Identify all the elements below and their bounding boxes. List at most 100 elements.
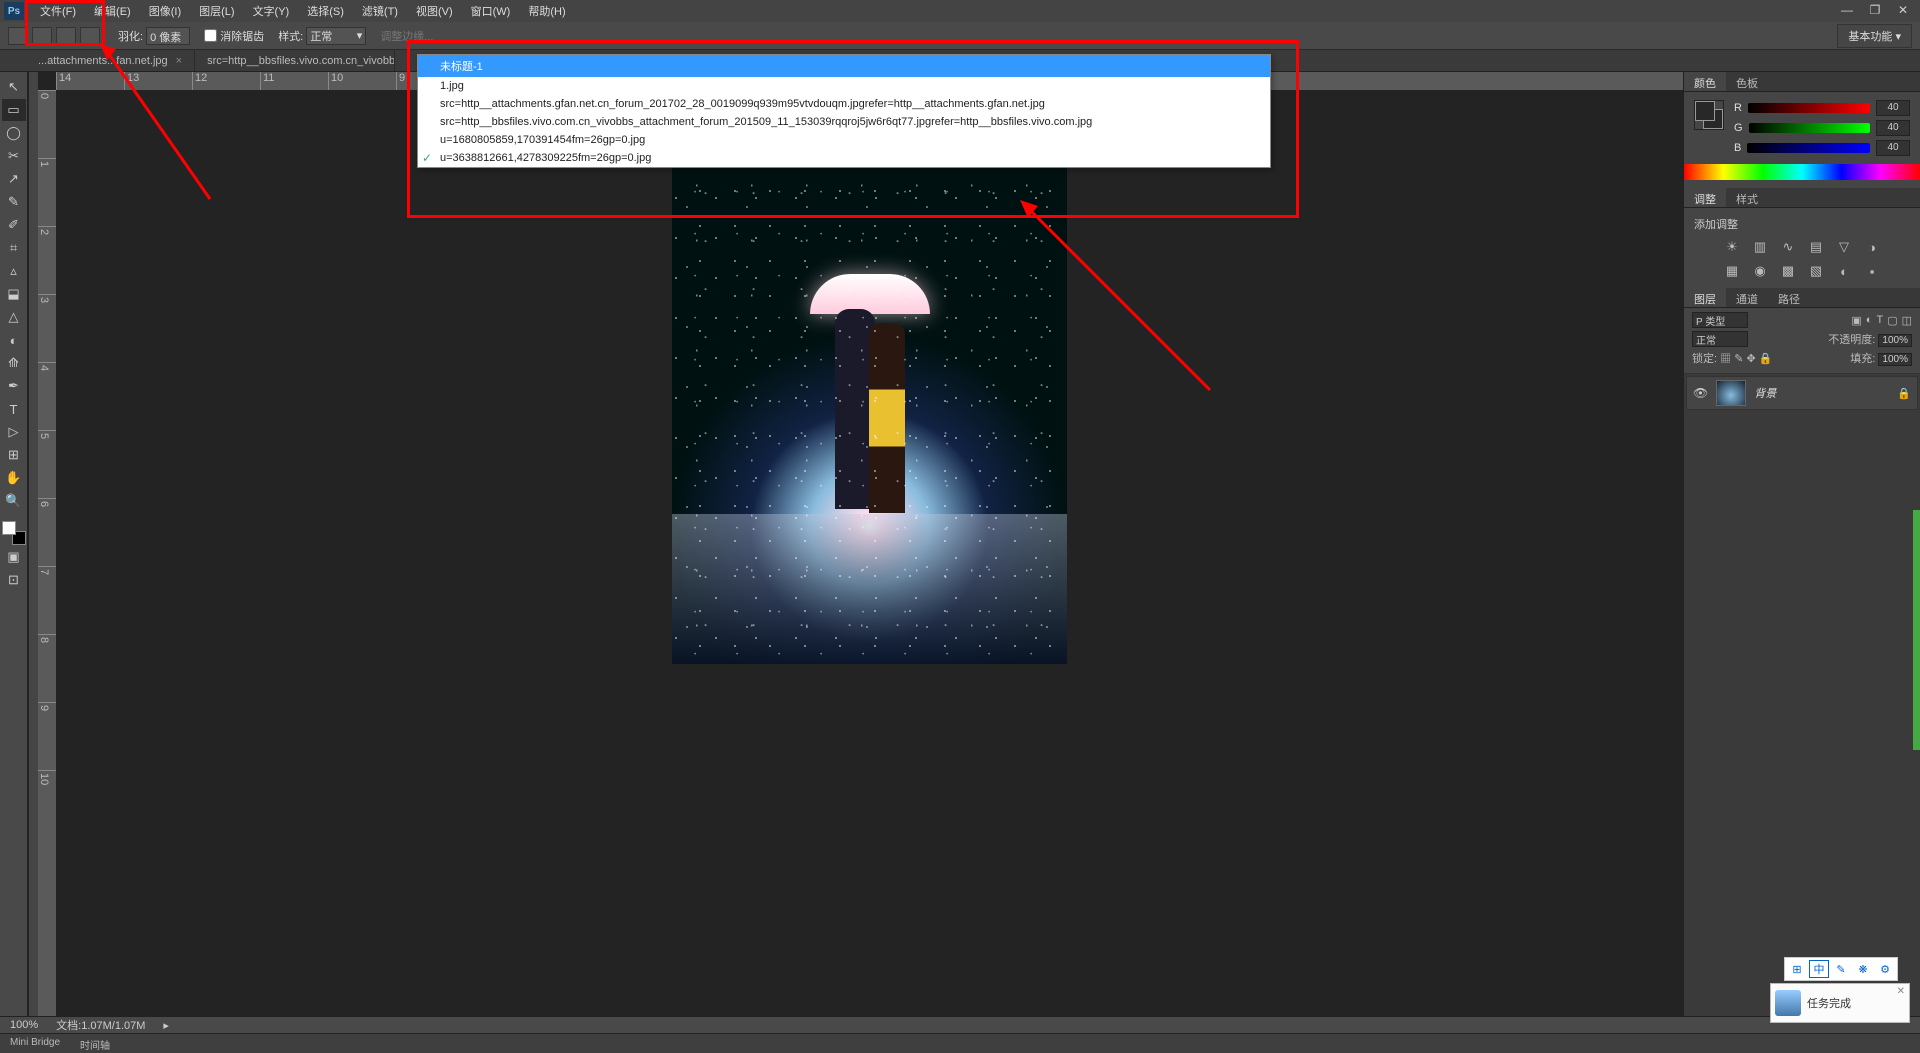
menu-help[interactable]: 帮助(H) xyxy=(520,0,573,22)
healing-tool[interactable]: ✐ xyxy=(2,214,26,236)
adjustments-tab[interactable]: 调整 xyxy=(1684,188,1726,207)
close-icon[interactable]: ✕ xyxy=(1897,986,1905,997)
type-tool[interactable]: T xyxy=(2,398,26,420)
scrollbar-thumb[interactable] xyxy=(1913,510,1920,750)
color-lookup-icon[interactable]: ▧ xyxy=(1806,262,1826,280)
eraser-tool[interactable]: △ xyxy=(2,306,26,328)
menu-file[interactable]: 文件(F) xyxy=(32,0,84,22)
paths-tab[interactable]: 路径 xyxy=(1768,288,1810,307)
style-dropdown[interactable]: 正常▾ xyxy=(306,27,366,45)
history-brush-tool[interactable]: ⬓ xyxy=(2,283,26,305)
spectrum-bar[interactable] xyxy=(1684,164,1920,180)
timeline-tab[interactable]: 时间轴 xyxy=(70,1034,120,1053)
color-tab[interactable]: 颜色 xyxy=(1684,72,1726,91)
brightness-icon[interactable]: ☀ xyxy=(1722,238,1742,256)
menu-image[interactable]: 图像(I) xyxy=(141,0,189,22)
selection-mode-subtract[interactable] xyxy=(56,27,76,45)
workspace-switcher[interactable]: 基本功能 ▾ xyxy=(1837,24,1912,48)
marquee-tool[interactable]: ▭ xyxy=(2,99,26,121)
selection-mode-new[interactable] xyxy=(8,27,28,45)
open-documents-dropdown[interactable]: >> 未标题-1 1.jpg src=http__attachments.gfa… xyxy=(417,54,1271,168)
curves-icon[interactable]: ∿ xyxy=(1778,238,1798,256)
document-list-item[interactable]: src=http__bbsfiles.vivo.com.cn_vivobbs_a… xyxy=(418,113,1270,131)
zoom-level[interactable]: 100% xyxy=(10,1019,38,1031)
channel-mixer-icon[interactable]: ▩ xyxy=(1778,262,1798,280)
filter-shape-icon[interactable]: ▢ xyxy=(1887,314,1897,327)
levels-icon[interactable]: ▥ xyxy=(1750,238,1770,256)
g-slider[interactable] xyxy=(1749,123,1870,133)
pen-tool[interactable]: ✒ xyxy=(2,375,26,397)
screenmode-toggle[interactable]: ⊡ xyxy=(2,569,26,591)
document-list-item[interactable]: u=1680805859,170391454fm=26gp=0.jpg xyxy=(418,131,1270,149)
photo-filter-icon[interactable]: ◉ xyxy=(1750,262,1770,280)
gradient-tool[interactable]: ◐ xyxy=(2,329,26,351)
g-value[interactable]: 40 xyxy=(1876,120,1910,136)
ime-logo-icon[interactable]: ⊞ xyxy=(1787,960,1807,978)
hue-icon[interactable]: ◑ xyxy=(1862,238,1882,256)
layer-row[interactable]: 👁 背景 🔒 xyxy=(1686,376,1918,410)
document-tab[interactable]: src=http__bbsfiles.vivo.com.cn_vivobbs_a… xyxy=(195,50,395,71)
b-slider[interactable] xyxy=(1747,143,1870,153)
opacity-input[interactable]: 100% xyxy=(1878,334,1912,347)
bw-icon[interactable]: ▦ xyxy=(1722,262,1742,280)
task-notification[interactable]: 任务完成 ✕ xyxy=(1770,983,1910,1023)
document-list-item[interactable]: src=http__attachments.gfan.net.cn_forum_… xyxy=(418,95,1270,113)
exposure-icon[interactable]: ▤ xyxy=(1806,238,1826,256)
zoom-tool[interactable]: 🔍 xyxy=(2,490,26,512)
layer-thumbnail[interactable] xyxy=(1716,380,1746,406)
color-swatches[interactable] xyxy=(2,521,26,545)
doc-info[interactable]: 文档:1.07M/1.07M xyxy=(56,1017,145,1033)
menu-window[interactable]: 窗口(W) xyxy=(463,0,519,22)
antialias-checkbox[interactable] xyxy=(204,29,217,42)
vibrance-icon[interactable]: ▽ xyxy=(1834,238,1854,256)
brush-tool[interactable]: ⌗ xyxy=(2,237,26,259)
blur-tool[interactable]: ⟰ xyxy=(2,352,26,374)
blend-mode-dropdown[interactable]: 正常 xyxy=(1692,331,1748,347)
foreground-swatch[interactable] xyxy=(2,521,16,535)
selection-mode-intersect[interactable] xyxy=(80,27,100,45)
status-arrow-icon[interactable]: ▸ xyxy=(163,1019,169,1032)
filter-adjust-icon[interactable]: ◐ xyxy=(1866,314,1873,327)
tab-close-icon[interactable]: × xyxy=(176,55,182,67)
maximize-button[interactable]: ❐ xyxy=(1862,2,1888,18)
channels-tab[interactable]: 通道 xyxy=(1726,288,1768,307)
lock-pixels-icon[interactable]: ✎ xyxy=(1734,353,1743,365)
posterize-icon[interactable]: ▪ xyxy=(1862,262,1882,280)
shape-tool[interactable]: ⊞ xyxy=(2,444,26,466)
filter-type-icon[interactable]: T xyxy=(1876,314,1883,327)
filter-pixel-icon[interactable]: ▣ xyxy=(1851,314,1861,327)
eyedropper-tool[interactable]: ✎ xyxy=(2,191,26,213)
path-select-tool[interactable]: ▷ xyxy=(2,421,26,443)
document-list-item[interactable]: 1.jpg xyxy=(418,77,1270,95)
filter-smart-icon[interactable]: ◫ xyxy=(1902,314,1912,327)
menu-filter[interactable]: 滤镜(T) xyxy=(354,0,406,22)
lasso-tool[interactable]: ◯ xyxy=(2,122,26,144)
minibridge-tab[interactable]: Mini Bridge xyxy=(0,1034,70,1053)
visibility-icon[interactable]: 👁 xyxy=(1693,386,1708,400)
document-list-item[interactable]: 未标题-1 xyxy=(418,55,1270,77)
layer-filter-dropdown[interactable]: P 类型 xyxy=(1692,312,1748,328)
refine-edge-button[interactable]: 调整边缘... xyxy=(380,28,433,44)
close-button[interactable]: ✕ xyxy=(1890,2,1916,18)
crop-tool[interactable]: ✂ xyxy=(2,145,26,167)
quick-select-tool[interactable]: ↗ xyxy=(2,168,26,190)
move-tool[interactable]: ↖ xyxy=(2,76,26,98)
lock-all-icon[interactable]: 🔒 xyxy=(1759,353,1773,365)
b-value[interactable]: 40 xyxy=(1876,140,1910,156)
ime-lang-button[interactable]: 中 xyxy=(1809,960,1829,978)
canvas-stage[interactable] xyxy=(56,90,1683,1016)
document-list-item[interactable]: ✓u=3638812661,4278309225fm=26gp=0.jpg xyxy=(418,149,1270,167)
r-value[interactable]: 40 xyxy=(1876,100,1910,116)
ime-settings-button[interactable]: ⚙ xyxy=(1875,960,1895,978)
quickmask-toggle[interactable]: ▣ xyxy=(2,546,26,568)
layers-tab[interactable]: 图层 xyxy=(1684,288,1726,307)
lock-transparent-icon[interactable]: ▦ xyxy=(1720,353,1731,365)
menu-view[interactable]: 视图(V) xyxy=(408,0,461,22)
invert-icon[interactable]: ◐ xyxy=(1834,262,1854,280)
document-tab[interactable]: ...attachments...fan.net.jpg× xyxy=(26,50,195,71)
r-slider[interactable] xyxy=(1748,103,1870,113)
ime-skin-button[interactable]: ❋ xyxy=(1853,960,1873,978)
menu-edit[interactable]: 编辑(E) xyxy=(86,0,139,22)
ime-punct-button[interactable]: ✎ xyxy=(1831,960,1851,978)
color-swatch-pair[interactable] xyxy=(1694,100,1724,130)
